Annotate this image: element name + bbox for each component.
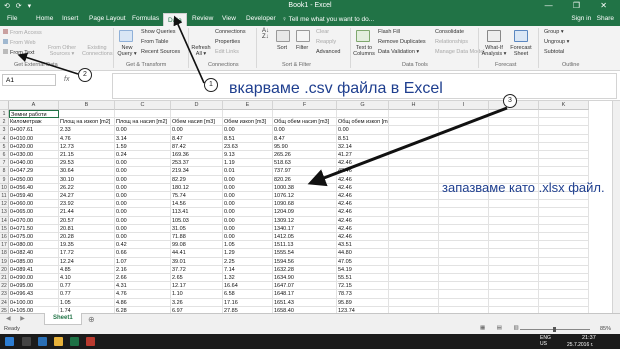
arrow-to-data-tab <box>173 15 205 84</box>
annotation-import-csv: вкарваме .csv файла в Excel <box>229 80 443 97</box>
arrow-to-from-text <box>17 52 79 75</box>
arrow-to-grid <box>307 106 508 187</box>
annotation-save-xlsx: запазваме като .xlsx файл. <box>442 180 605 195</box>
step-2-marker: 2 <box>78 68 92 82</box>
step-3-marker: 3 <box>503 94 517 108</box>
step-1-marker: 1 <box>204 78 218 92</box>
annotation-arrows <box>17 15 508 187</box>
